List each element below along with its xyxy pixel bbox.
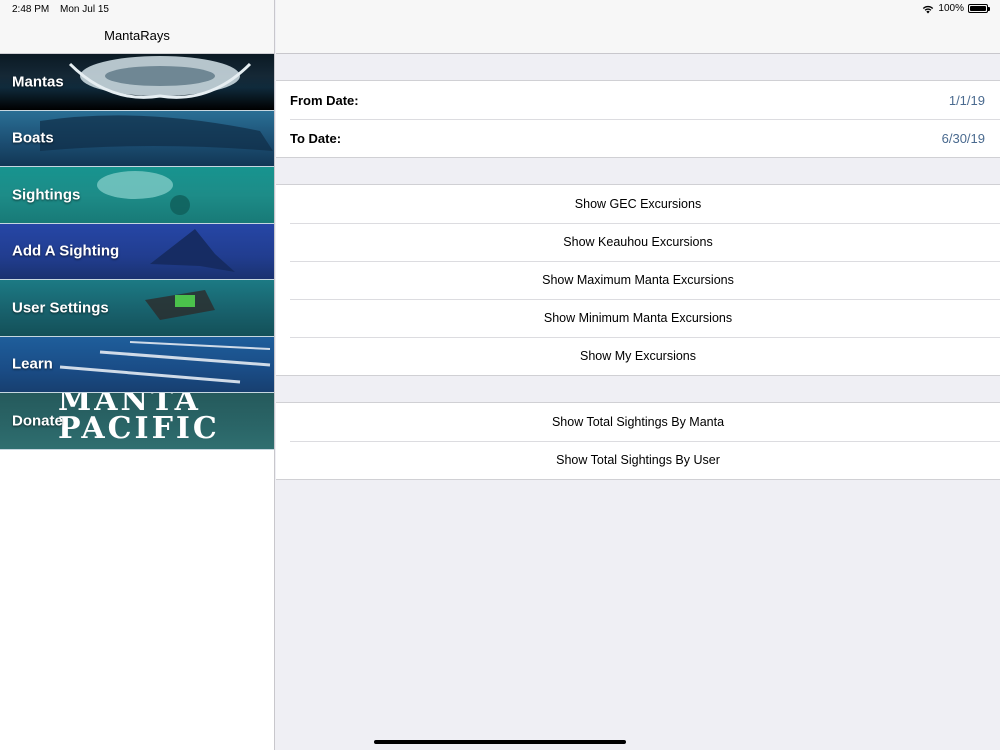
show-sightings-by-manta-button[interactable]: Show Total Sightings By Manta [276, 403, 1000, 441]
battery-icon [968, 4, 990, 13]
status-date: Mon Jul 15 [60, 4, 109, 15]
show-keauhou-excursions-button[interactable]: Show Keauhou Excursions [276, 223, 1000, 261]
manta-pacific-logo: MANTA PACIFIC [58, 393, 220, 446]
status-right: 100% [922, 3, 990, 14]
sidebar-item-label: Learn [12, 355, 53, 373]
show-maximum-manta-excursions-button[interactable]: Show Maximum Manta Excursions [276, 261, 1000, 299]
show-sightings-by-user-button[interactable]: Show Total Sightings By User [276, 441, 1000, 479]
home-indicator[interactable] [374, 740, 626, 744]
sightings-group: Show Total Sightings By Manta Show Total… [276, 402, 1000, 480]
wifi-icon [923, 5, 934, 13]
sidebar-item-label: Donate [12, 412, 63, 430]
from-date-label: From Date: [290, 92, 359, 108]
sidebar-item-label: Boats [12, 129, 54, 147]
main-panel: From Date: 1/1/19 To Date: 6/30/19 Show … [276, 0, 1000, 750]
sidebar-title: MantaRays [104, 28, 170, 43]
show-my-excursions-button[interactable]: Show My Excursions [276, 337, 1000, 375]
date-range-group: From Date: 1/1/19 To Date: 6/30/19 [276, 80, 1000, 158]
sidebar-item-label: Mantas [12, 73, 64, 91]
sidebar-item-label: Add A Sighting [12, 242, 120, 260]
sidebar-item-label: User Settings [12, 299, 109, 317]
sidebar-item-user-settings[interactable]: User Settings [0, 280, 274, 337]
status-bar: 2:48 PM Mon Jul 15 100% [0, 0, 1000, 18]
sidebar-item-boats[interactable]: Boats [0, 110, 274, 167]
excursions-group: Show GEC Excursions Show Keauhou Excursi… [276, 184, 1000, 376]
sidebar-item-sightings[interactable]: Sightings [0, 167, 274, 224]
status-left: 2:48 PM Mon Jul 15 [12, 4, 117, 15]
battery-percent: 100% [938, 3, 964, 14]
from-date-value: 1/1/19 [948, 92, 985, 108]
from-date-row[interactable]: From Date: 1/1/19 [276, 81, 1000, 119]
sidebar: MantaRays Mantas Boats Sightings Add A S… [0, 0, 275, 750]
sidebar-item-add-sighting[interactable]: Add A Sighting [0, 223, 274, 280]
show-gec-excursions-button[interactable]: Show GEC Excursions [276, 185, 1000, 223]
sidebar-item-donate[interactable]: MANTA PACIFIC Donate [0, 393, 274, 450]
sidebar-item-learn[interactable]: Learn [0, 336, 274, 393]
to-date-value: 6/30/19 [941, 130, 985, 146]
to-date-label: To Date: [290, 130, 342, 146]
status-time: 2:48 PM [12, 4, 50, 15]
to-date-row[interactable]: To Date: 6/30/19 [276, 119, 1000, 157]
show-minimum-manta-excursions-button[interactable]: Show Minimum Manta Excursions [276, 299, 1000, 337]
sidebar-item-mantas[interactable]: Mantas [0, 54, 274, 111]
sidebar-item-label: Sightings [12, 186, 81, 204]
